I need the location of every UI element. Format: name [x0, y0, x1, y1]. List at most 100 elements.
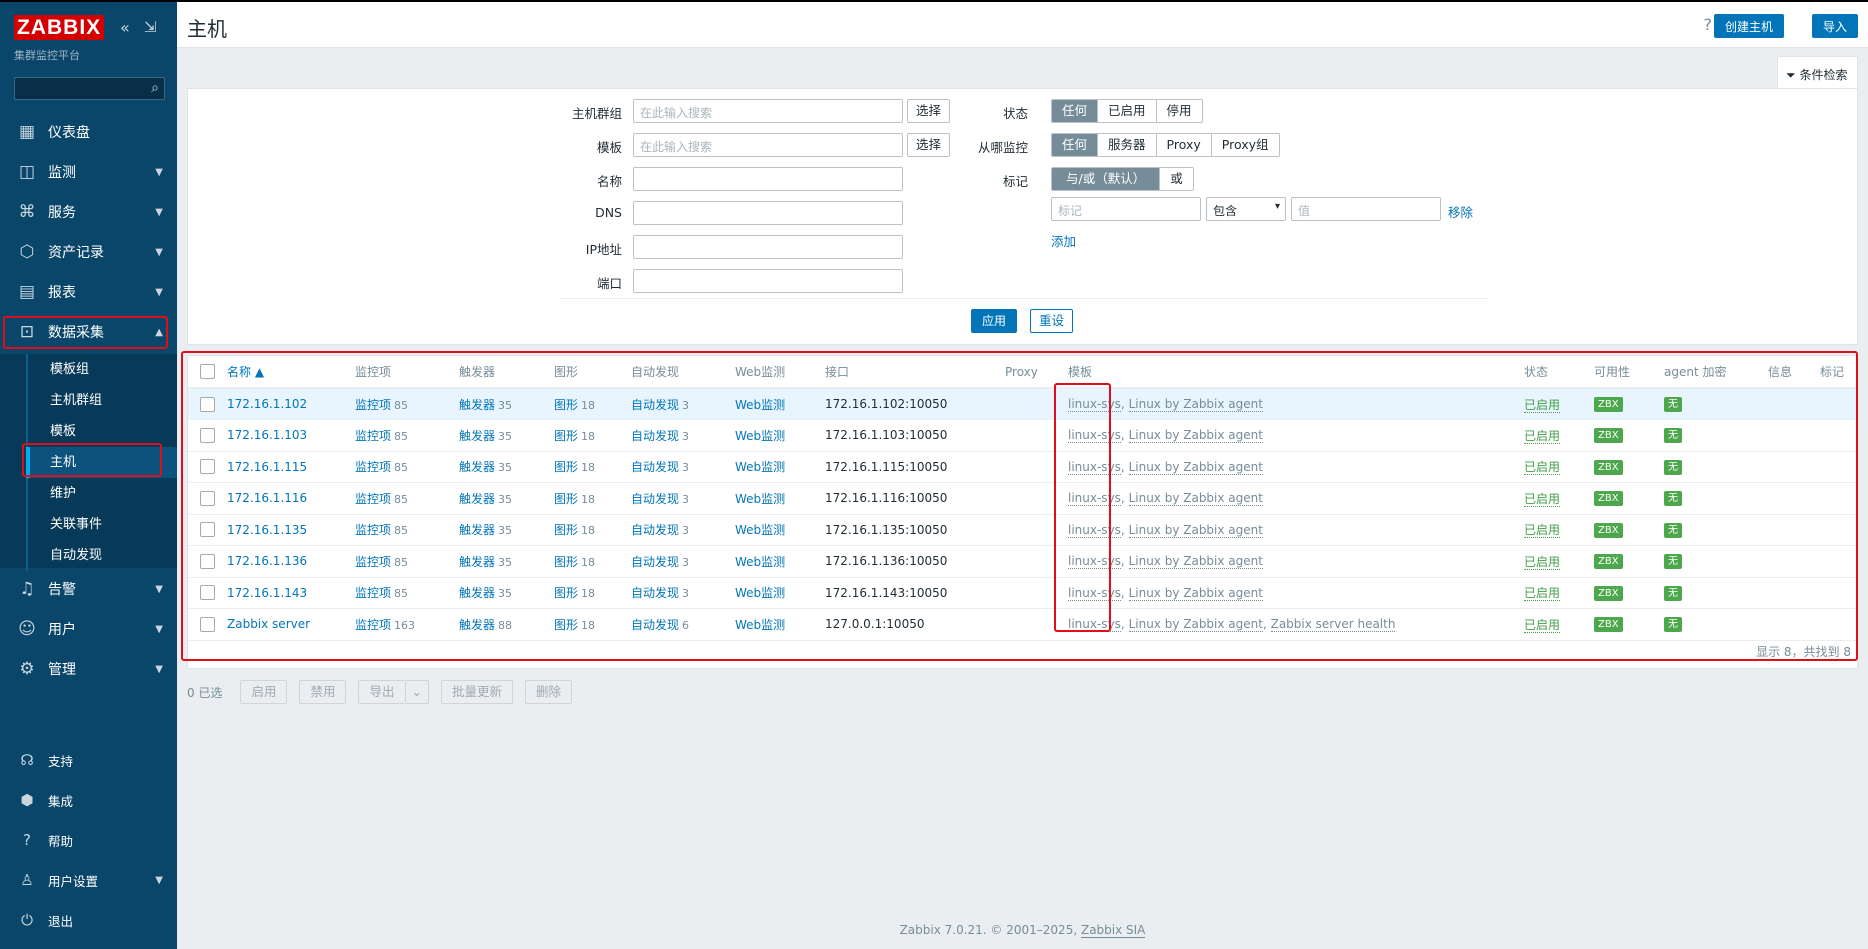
enable-button[interactable]: 启用	[240, 680, 288, 704]
menu-reports[interactable]: ▤ 报表 ▼	[0, 272, 177, 312]
row-checkbox[interactable]	[200, 459, 215, 475]
submenu-hosts[interactable]: 主机	[26, 447, 177, 478]
row-checkbox[interactable]	[200, 553, 215, 569]
status-link[interactable]: 已启用	[1524, 554, 1561, 570]
status-link[interactable]: 已启用	[1524, 586, 1561, 602]
monitored-by-proxy[interactable]: Proxy	[1156, 134, 1212, 156]
col-name[interactable]: 名称 ▲	[227, 365, 264, 379]
web-link[interactable]: Web监测	[735, 555, 785, 569]
tag-add-link[interactable]: 添加	[1051, 231, 1076, 250]
submenu-host-groups[interactable]: 主机群组	[26, 385, 177, 416]
sidebar-search-input[interactable]: ⌕	[14, 77, 165, 100]
template-link[interactable]: Linux by Zabbix agent	[1128, 617, 1263, 633]
submenu-template-groups[interactable]: 模板组	[26, 354, 177, 385]
template-link[interactable]: Linux by Zabbix agent	[1128, 397, 1263, 412]
triggers-link[interactable]: 触发器	[459, 586, 495, 600]
tag-operator-select[interactable]: 包含 ▾	[1206, 197, 1286, 221]
status-disabled[interactable]: 停用	[1156, 100, 1202, 122]
menu-administration[interactable]: ⚙ 管理 ▼	[0, 649, 177, 689]
host-name-link[interactable]: 172.16.1.102	[227, 397, 307, 411]
availability-badge[interactable]: ZBX	[1594, 491, 1623, 507]
template-link[interactable]: Zabbix server health	[1270, 617, 1396, 633]
status-any[interactable]: 任何	[1052, 100, 1099, 122]
triggers-link[interactable]: 触发器	[459, 460, 495, 474]
web-link[interactable]: Web监测	[735, 398, 785, 412]
menu-dashboard[interactable]: ▦ 仪表盘	[0, 112, 177, 152]
graphs-link[interactable]: 图形	[554, 460, 578, 474]
web-link[interactable]: Web监测	[735, 429, 785, 443]
export-button[interactable]: 导出	[358, 680, 405, 704]
row-checkbox[interactable]	[200, 396, 215, 412]
template-link[interactable]: linux-sys	[1068, 459, 1121, 475]
row-checkbox[interactable]	[200, 427, 215, 443]
tag-name-input[interactable]: 标记	[1051, 197, 1201, 221]
menu-integrations[interactable]: ⬢ 集成	[0, 780, 177, 820]
submenu-discovery[interactable]: 自动发现	[26, 540, 177, 571]
filter-tab[interactable]: ⏷ 条件检索	[1777, 56, 1858, 88]
template-link[interactable]: Linux by Zabbix agent	[1128, 554, 1263, 570]
items-link[interactable]: 监控项	[355, 523, 391, 537]
row-checkbox[interactable]	[200, 585, 215, 601]
web-link[interactable]: Web监测	[735, 492, 785, 506]
triggers-link[interactable]: 触发器	[459, 398, 495, 412]
menu-services[interactable]: ⌘ 服务 ▼	[0, 192, 177, 232]
triggers-link[interactable]: 触发器	[459, 523, 495, 537]
ip-input[interactable]	[633, 235, 903, 259]
graphs-link[interactable]: 图形	[554, 429, 578, 443]
graphs-link[interactable]: 图形	[554, 555, 578, 569]
discovery-link[interactable]: 自动发现	[631, 429, 679, 443]
status-link[interactable]: 已启用	[1524, 491, 1561, 507]
monitored-by-any[interactable]: 任何	[1052, 134, 1099, 156]
templates-input[interactable]: 在此输入搜索	[633, 133, 903, 157]
graphs-link[interactable]: 图形	[554, 618, 578, 632]
status-link[interactable]: 已启用	[1524, 428, 1561, 444]
items-link[interactable]: 监控项	[355, 618, 391, 632]
import-button[interactable]: 导入	[1811, 14, 1858, 38]
discovery-link[interactable]: 自动发现	[631, 555, 679, 569]
template-link[interactable]: linux-sys	[1068, 491, 1121, 507]
discovery-link[interactable]: 自动发现	[631, 523, 679, 537]
triggers-link[interactable]: 触发器	[459, 555, 495, 569]
zabbix-logo[interactable]: ZABBIX	[14, 15, 105, 40]
items-link[interactable]: 监控项	[355, 429, 391, 443]
name-input[interactable]	[633, 167, 903, 191]
graphs-link[interactable]: 图形	[554, 523, 578, 537]
menu-data-collection[interactable]: ⊡ 数据采集 ▲	[0, 312, 177, 352]
kiosk-mode-icon[interactable]: ⇲	[144, 18, 157, 36]
availability-badge[interactable]: ZBX	[1594, 554, 1623, 570]
footer-vendor-link[interactable]: Zabbix SIA	[1080, 923, 1146, 938]
discovery-link[interactable]: 自动发现	[631, 492, 679, 506]
template-link[interactable]: Linux by Zabbix agent	[1128, 459, 1263, 475]
mass-update-button[interactable]: 批量更新	[440, 680, 513, 704]
status-link[interactable]: 已启用	[1524, 523, 1561, 539]
availability-badge[interactable]: ZBX	[1594, 459, 1623, 475]
web-link[interactable]: Web监测	[735, 586, 785, 600]
disable-button[interactable]: 禁用	[299, 680, 347, 704]
delete-button[interactable]: 删除	[525, 680, 573, 704]
web-link[interactable]: Web监测	[735, 618, 785, 632]
web-link[interactable]: Web监测	[735, 523, 785, 537]
host-name-link[interactable]: 172.16.1.136	[227, 554, 307, 568]
host-groups-input[interactable]: 在此输入搜索	[633, 99, 903, 123]
tags-or[interactable]: 或	[1160, 168, 1193, 190]
template-link[interactable]: linux-sys	[1068, 428, 1121, 444]
graphs-link[interactable]: 图形	[554, 398, 578, 412]
web-link[interactable]: Web监测	[735, 460, 785, 474]
graphs-link[interactable]: 图形	[554, 586, 578, 600]
menu-inventory[interactable]: ⬡ 资产记录 ▼	[0, 232, 177, 272]
items-link[interactable]: 监控项	[355, 555, 391, 569]
triggers-link[interactable]: 触发器	[459, 618, 495, 632]
templates-select-button[interactable]: 选择	[907, 133, 951, 157]
status-link[interactable]: 已启用	[1524, 460, 1561, 476]
availability-badge[interactable]: ZBX	[1594, 617, 1623, 633]
submenu-maintenance[interactable]: 维护	[26, 478, 177, 509]
host-name-link[interactable]: 172.16.1.116	[227, 491, 307, 505]
discovery-link[interactable]: 自动发现	[631, 586, 679, 600]
host-name-link[interactable]: 172.16.1.115	[227, 460, 307, 474]
discovery-link[interactable]: 自动发现	[631, 460, 679, 474]
template-link[interactable]: linux-sys	[1068, 585, 1121, 601]
status-enabled[interactable]: 已启用	[1098, 100, 1157, 122]
create-host-button[interactable]: 创建主机	[1713, 14, 1784, 38]
menu-monitoring[interactable]: ◫ 监测 ▼	[0, 152, 177, 192]
collapse-sidebar-icon[interactable]: «	[120, 18, 130, 37]
